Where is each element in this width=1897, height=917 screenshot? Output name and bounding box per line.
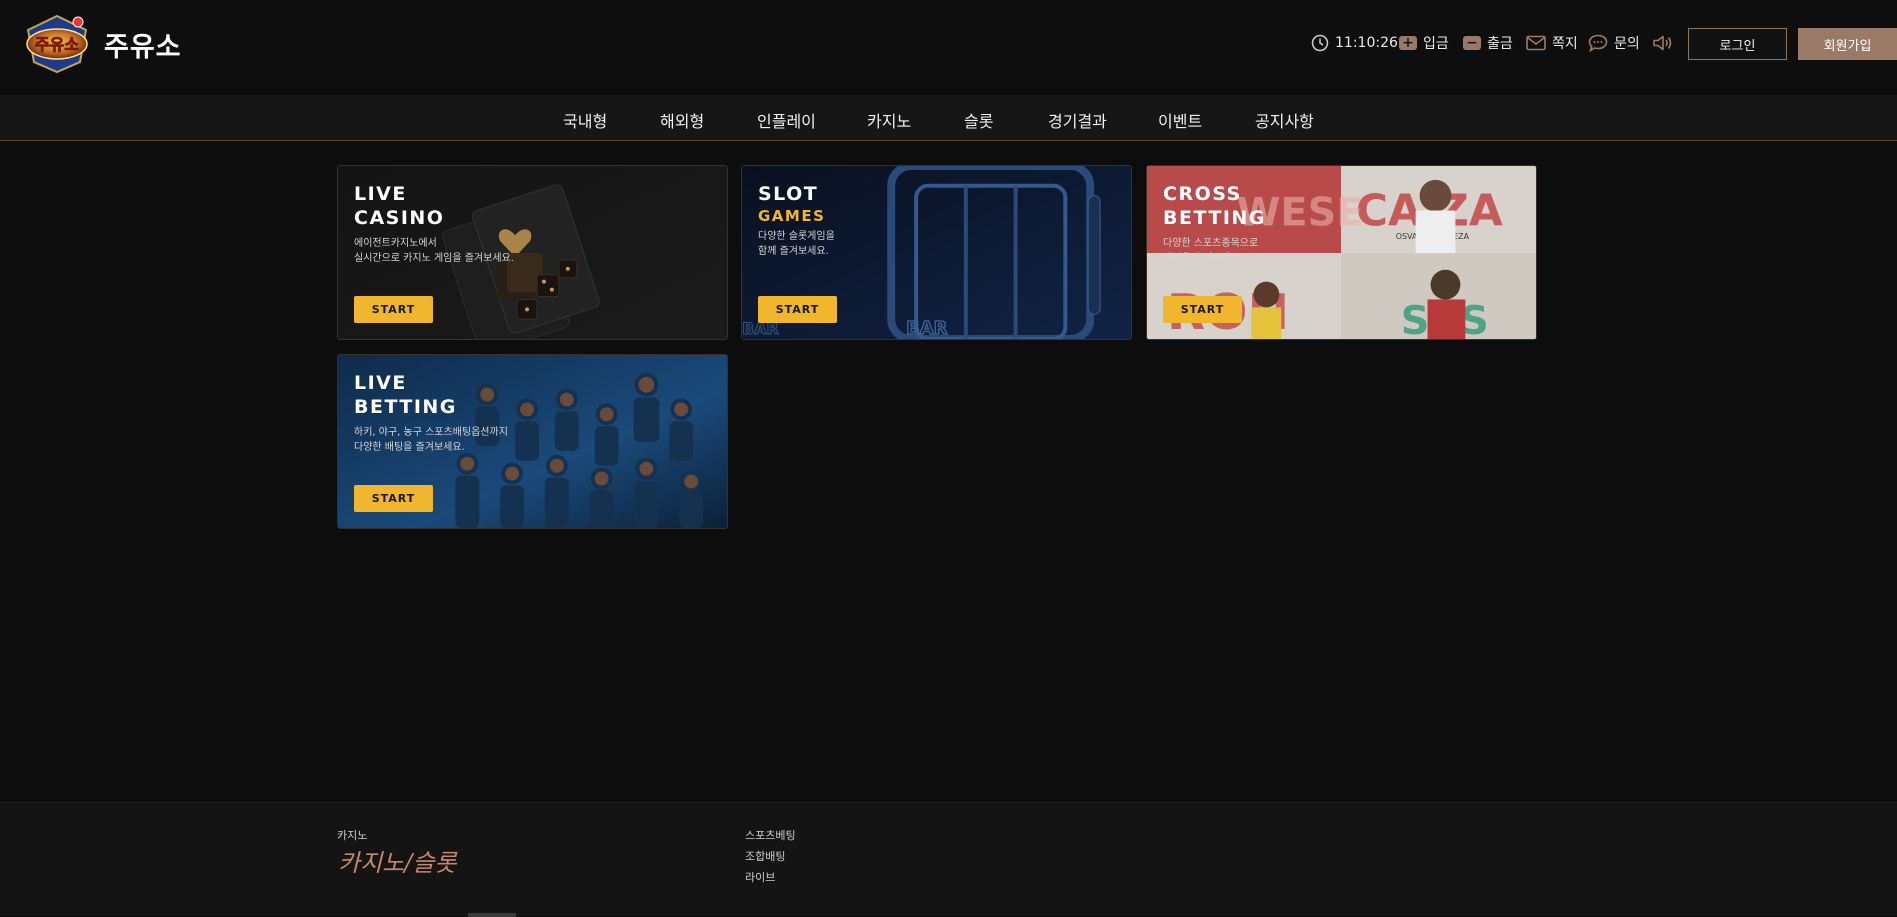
footer-link-live[interactable]: 라이브 [745, 869, 775, 885]
footer: 카지노 카지노/슬롯 스포츠베팅 조합배팅 라이브 [0, 802, 1897, 917]
main-nav: 국내형 해외형 인플레이 카지노 슬롯 경기결과 이벤트 공지사항 [0, 95, 1897, 141]
start-button[interactable]: START [354, 485, 433, 512]
start-button[interactable]: START [1163, 296, 1242, 323]
nav-item-slot[interactable]: 슬롯 [964, 108, 993, 132]
svg-text:BAR: BAR [906, 318, 948, 339]
nav-item-casino[interactable]: 카지노 [867, 108, 911, 132]
card-live-betting[interactable]: LIVE BETTING 하키, 야구, 농구 스포츠배팅옵션까지 다양한 배팅… [337, 354, 728, 529]
sound-toggle[interactable] [1652, 28, 1680, 58]
card-live-casino[interactable]: LIVE CASINO 에이전트카지노에서 실시간으로 카지노 게임을 즐겨보세… [337, 165, 728, 340]
clock-time: 11:10:26 [1335, 35, 1398, 51]
site-logo[interactable]: 주유소 [18, 12, 96, 74]
envelope-icon [1526, 35, 1546, 51]
login-button[interactable]: 로그인 [1688, 28, 1787, 60]
card-slot-games[interactable]: BAR BAR SLOT GAMES 다양한 슬롯게임을 함께 즐겨보세요. S… [741, 165, 1132, 340]
clock-icon [1311, 34, 1329, 52]
card-description: 다양한 슬롯게임을 함께 즐겨보세요. [758, 231, 835, 257]
plus-icon: + [1399, 36, 1417, 50]
nav-item-results[interactable]: 경기결과 [1048, 108, 1107, 132]
inquiry-link[interactable]: 문의 [1588, 28, 1640, 58]
nav-item-events[interactable]: 이벤트 [1158, 108, 1202, 132]
header: 주유소 주유소 11:10:26 + 입금 − 출금 쪽지 문의 로그인 회원가… [0, 0, 1897, 95]
card-description: 에이전트카지노에서 실시간으로 카지노 게임을 즐겨보세요. [354, 238, 514, 264]
site-name: 주유소 [104, 32, 182, 63]
horizontal-scrollbar[interactable] [468, 913, 516, 917]
join-button[interactable]: 회원가입 [1798, 28, 1897, 60]
withdraw-link[interactable]: − 출금 [1463, 28, 1513, 58]
card-description: 다양한 스포츠종목으로 배팅을 즐겨보세요. [1163, 238, 1259, 264]
nav-item-overseas[interactable]: 해외형 [660, 108, 704, 132]
card-title: CROSS BETTING [1163, 183, 1266, 229]
card-title: LIVE CASINO [354, 183, 445, 229]
withdraw-label: 출금 [1487, 36, 1513, 52]
card-description: 하키, 야구, 농구 스포츠배팅옵션까지 다양한 배팅을 즐겨보세요. [354, 427, 508, 453]
message-label: 쪽지 [1552, 36, 1578, 52]
deposit-link[interactable]: + 입금 [1399, 28, 1449, 58]
clock: 11:10:26 [1311, 28, 1398, 58]
start-button[interactable]: START [354, 296, 433, 323]
start-button[interactable]: START [758, 296, 837, 323]
deposit-label: 입금 [1423, 36, 1449, 52]
footer-link-sports-betting[interactable]: 스포츠베팅 [745, 827, 796, 843]
footer-link-combo-betting[interactable]: 조합배팅 [745, 848, 785, 864]
nav-item-domestic[interactable]: 국내형 [563, 108, 607, 132]
speaker-icon [1652, 34, 1674, 52]
message-link[interactable]: 쪽지 [1526, 28, 1578, 58]
svg-text:주유소: 주유소 [35, 35, 79, 54]
card-title: SLOT GAMES [758, 183, 826, 225]
inquiry-label: 문의 [1614, 36, 1640, 52]
nav-item-notices[interactable]: 공지사항 [1255, 108, 1314, 132]
minus-icon: − [1463, 36, 1481, 50]
card-cross-betting[interactable]: CA ZA WESE OSVALDO CABEZA RON SAS CROSS … [1146, 165, 1537, 340]
card-title: LIVE BETTING [354, 372, 457, 418]
footer-casino-title: 카지노 [337, 829, 368, 842]
chat-bubble-icon [1588, 34, 1608, 52]
nav-item-inplay[interactable]: 인플레이 [757, 108, 816, 132]
footer-casino-slot-script[interactable]: 카지노/슬롯 [338, 843, 457, 878]
